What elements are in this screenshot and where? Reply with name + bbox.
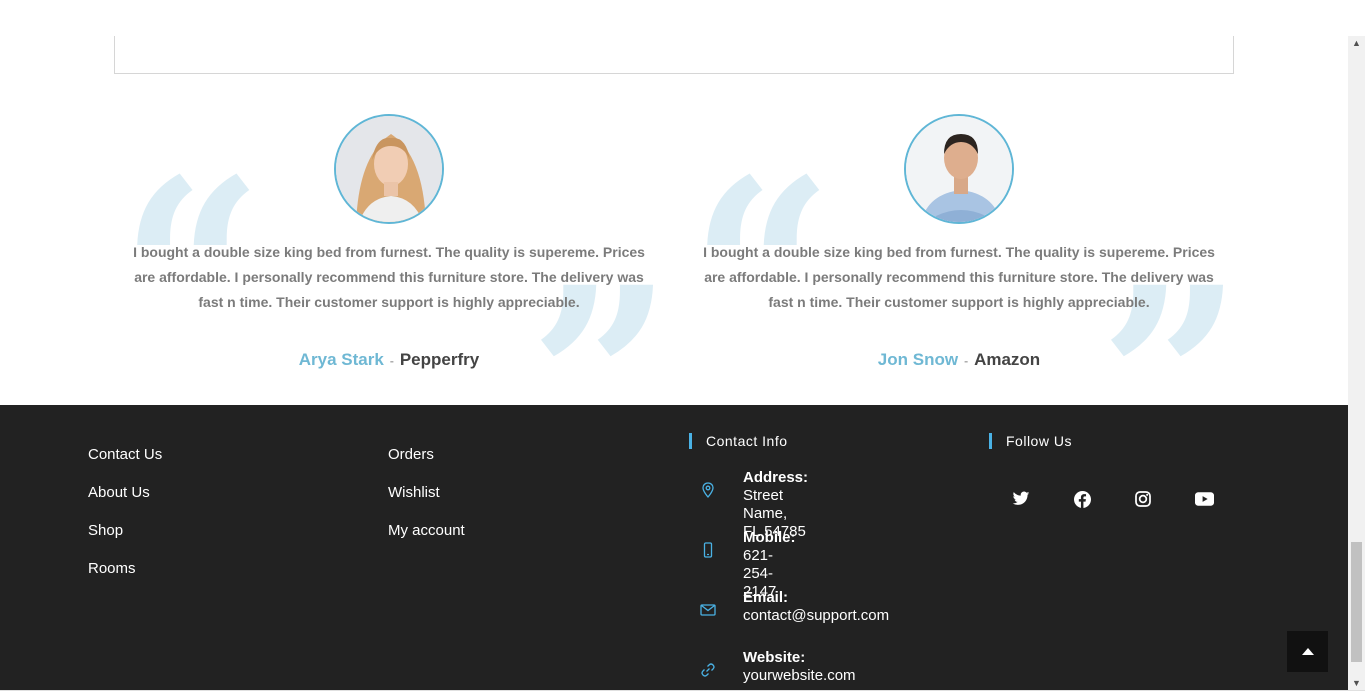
map-pin-icon [699, 481, 717, 499]
footer-links-column-2: Orders Wishlist My account [388, 405, 465, 559]
author-name: Arya Stark [298, 350, 384, 369]
contact-website-label: Website: [743, 649, 806, 666]
scrollbar-thumb[interactable] [1351, 542, 1362, 662]
scroll-up-arrow-icon[interactable]: ▲ [1348, 36, 1365, 50]
footer-link-about-us[interactable]: About Us [88, 484, 150, 501]
author-separator: - [389, 354, 394, 368]
author-company: Amazon [974, 350, 1041, 369]
twitter-icon[interactable] [1009, 487, 1033, 511]
author-company: Pepperfry [399, 350, 480, 369]
footer-link-my-account[interactable]: My account [388, 522, 465, 539]
testimonial-text: I bought a double size king bed from fur… [703, 244, 1215, 310]
footer-links-column-1: Contact Us About Us Shop Rooms [88, 405, 162, 597]
chevron-up-icon [1301, 647, 1314, 655]
contact-info-column: Contact Info Address: Street Name, FL 54… [689, 405, 889, 699]
author-name: Jon Snow [877, 350, 959, 369]
contact-mobile-label: Mobile: [743, 529, 796, 546]
avatar [334, 114, 444, 224]
testimonial-card: “ ” I bought a double size king bed from… [684, 114, 1243, 504]
contact-email-label: Email: [743, 589, 789, 606]
scrollbar[interactable]: ▲ ▼ [1348, 36, 1365, 690]
follow-us-column: Follow Us [989, 405, 1216, 511]
facebook-icon[interactable] [1070, 487, 1094, 511]
instagram-icon[interactable] [1131, 487, 1155, 511]
footer-link-contact-us[interactable]: Contact Us [88, 446, 162, 463]
footer-link-rooms[interactable]: Rooms [88, 560, 136, 577]
youtube-icon[interactable] [1192, 487, 1216, 511]
back-to-top-button[interactable] [1287, 631, 1328, 672]
contact-address-label: Address: [743, 469, 809, 486]
footer-link-orders[interactable]: Orders [388, 446, 434, 463]
contact-info-title: Contact Info [689, 433, 788, 449]
testimonial-text: I bought a double size king bed from fur… [133, 244, 645, 310]
top-content-box [114, 36, 1234, 74]
contact-mobile: Mobile: 621-254-2147 [689, 529, 796, 600]
avatar [904, 114, 1014, 224]
envelope-icon [699, 601, 717, 619]
contact-email: Email: contact@support.com [689, 589, 889, 649]
site-footer: Contact Us About Us Shop Rooms Orders Wi… [0, 405, 1348, 690]
link-icon [699, 661, 717, 679]
contact-email-value[interactable]: contact@support.com [743, 607, 889, 625]
mobile-icon [699, 541, 717, 559]
footer-link-shop[interactable]: Shop [88, 522, 123, 539]
testimonial-author: Arya Stark - Pepperfry [114, 350, 664, 370]
author-separator: - [964, 354, 969, 368]
contact-website-value[interactable]: yourwebsite.com [743, 667, 856, 685]
footer-link-wishlist[interactable]: Wishlist [388, 484, 440, 501]
testimonial-card: “ ” I bought a double size king bed from… [114, 114, 673, 504]
follow-us-title: Follow Us [989, 433, 1216, 449]
testimonial-author: Jon Snow - Amazon [684, 350, 1234, 370]
window-bottom-edge [0, 690, 1365, 699]
scroll-down-arrow-icon[interactable]: ▼ [1348, 676, 1365, 690]
contact-address: Address: Street Name, FL 54785 [689, 469, 808, 540]
